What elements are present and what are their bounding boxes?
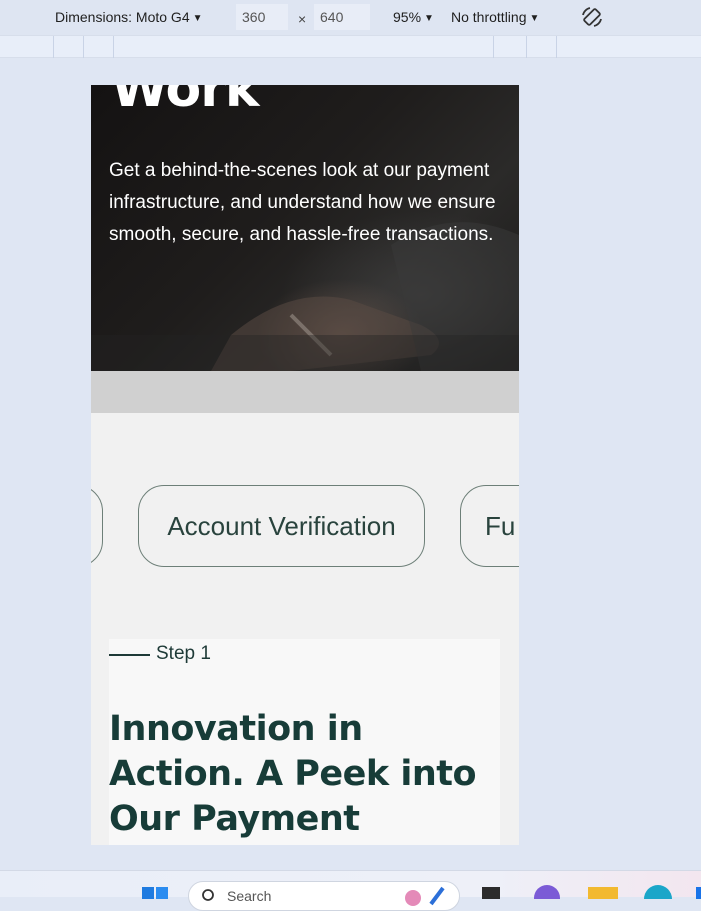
zoom-label: 95%: [393, 9, 422, 25]
chevron-down-icon: ▼: [424, 13, 434, 24]
chevron-down-icon: ▼: [192, 13, 203, 24]
devtools-device-toolbar: Dimensions: Moto G4 ▼ 360 × 640 95% ▼ No t…: [0, 0, 701, 35]
step-card: Step 1 Innovation in Action. A Peek into…: [109, 639, 500, 845]
dimension-times-sign: ×: [298, 11, 307, 27]
step-line-decoration: [109, 654, 150, 656]
tab-next[interactable]: Fu: [460, 485, 519, 567]
zoom-dropdown[interactable]: 95% ▼: [393, 9, 434, 25]
dimensions-label: Dimensions: Moto G4: [55, 9, 190, 25]
ruler-tick: [526, 36, 527, 58]
ruler-tick: [83, 36, 84, 58]
ruler-tick: [113, 36, 114, 58]
width-input[interactable]: 360: [236, 4, 288, 30]
section-divider-band: [91, 371, 519, 413]
search-highlight-icon: [405, 886, 445, 906]
media-query-ruler[interactable]: [0, 35, 701, 58]
process-tabs-section: Account Verification Fu Step 1 Innovatio…: [91, 413, 519, 845]
height-input[interactable]: 640: [314, 4, 370, 30]
ruler-tick: [556, 36, 557, 58]
search-icon: [202, 889, 214, 901]
taskbar-search[interactable]: Search: [188, 881, 460, 911]
step-heading: Innovation in Action. A Peek into Our Pa…: [109, 709, 477, 839]
chevron-down-icon: ▼: [529, 13, 540, 24]
hero-title: Work: [111, 85, 259, 119]
ruler-tick: [53, 36, 54, 58]
rotate-icon[interactable]: [580, 5, 604, 29]
device-viewport[interactable]: Work Get a behind-the-scenes look at our…: [91, 85, 519, 845]
throttling-label: No throttling: [451, 9, 527, 25]
device-dimensions-dropdown[interactable]: Dimensions: Moto G4 ▼: [55, 9, 203, 25]
tab-previous[interactable]: [91, 485, 103, 567]
taskbar: Search: [0, 870, 701, 911]
hero-section: Work Get a behind-the-scenes look at our…: [91, 85, 519, 371]
throttling-dropdown[interactable]: No throttling ▼: [451, 9, 539, 25]
windows-start-icon[interactable]: [142, 883, 170, 903]
search-placeholder: Search: [227, 888, 272, 904]
hero-description: Get a behind-the-scenes look at our paym…: [109, 160, 496, 245]
ruler-tick: [493, 36, 494, 58]
tab-account-verification[interactable]: Account Verification: [138, 485, 425, 567]
step-label: Step 1: [156, 643, 211, 664]
